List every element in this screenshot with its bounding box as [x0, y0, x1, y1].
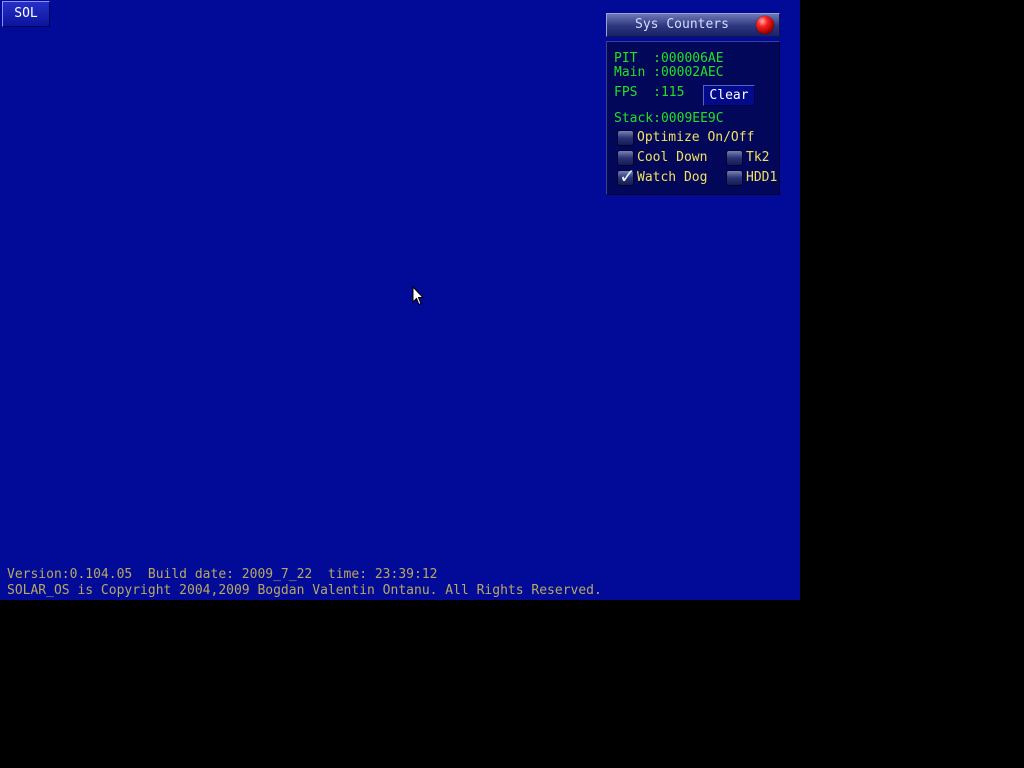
checkbox-icon: [726, 150, 743, 166]
pit-counter: PIT :000006AE: [614, 51, 724, 66]
checkbox-icon: [726, 170, 743, 186]
window-title: Sys Counters: [635, 17, 729, 32]
close-button[interactable]: [756, 16, 774, 34]
sys-counters-body: PIT :000006AE Main :00002AEC FPS :115 Cl…: [606, 41, 780, 195]
hdd1-checkbox[interactable]: HDD1: [726, 169, 778, 187]
mouse-pointer-icon: [412, 286, 424, 306]
version-text: Version:0.104.05 Build date: 2009_7_22 t…: [7, 567, 438, 582]
checkbox-icon: [617, 130, 634, 146]
sys-counters-titlebar[interactable]: Sys Counters: [606, 13, 780, 37]
optimize-label: Optimize On/Off: [637, 130, 755, 145]
sol-start-button[interactable]: SOL: [2, 1, 50, 27]
watch-dog-checkbox[interactable]: ✓ Watch Dog: [617, 166, 717, 187]
desktop[interactable]: SOL Sys Counters PIT :000006AE Main :000…: [0, 0, 800, 600]
main-counter: Main :00002AEC: [614, 65, 724, 80]
copyright-text: SOLAR_OS is Copyright 2004,2009 Bogdan V…: [7, 583, 602, 598]
clear-button[interactable]: Clear: [703, 85, 755, 106]
tk2-label: Tk2: [746, 150, 770, 165]
watch-dog-label: Watch Dog: [637, 170, 708, 185]
fps-counter: FPS :115: [614, 85, 685, 100]
sys-counters-window: Sys Counters PIT :000006AE Main :00002AE…: [606, 13, 780, 195]
hdd1-label: HDD1: [746, 170, 778, 185]
checkbox-icon: ✓: [617, 166, 636, 186]
checkmark-icon: ✓: [619, 164, 636, 188]
stack-counter: Stack:0009EE9C: [614, 111, 724, 126]
optimize-checkbox[interactable]: Optimize On/Off: [617, 129, 767, 147]
cool-down-label: Cool Down: [637, 150, 708, 165]
screen: SOL Sys Counters PIT :000006AE Main :000…: [0, 0, 1024, 768]
tk2-checkbox[interactable]: Tk2: [726, 149, 778, 167]
